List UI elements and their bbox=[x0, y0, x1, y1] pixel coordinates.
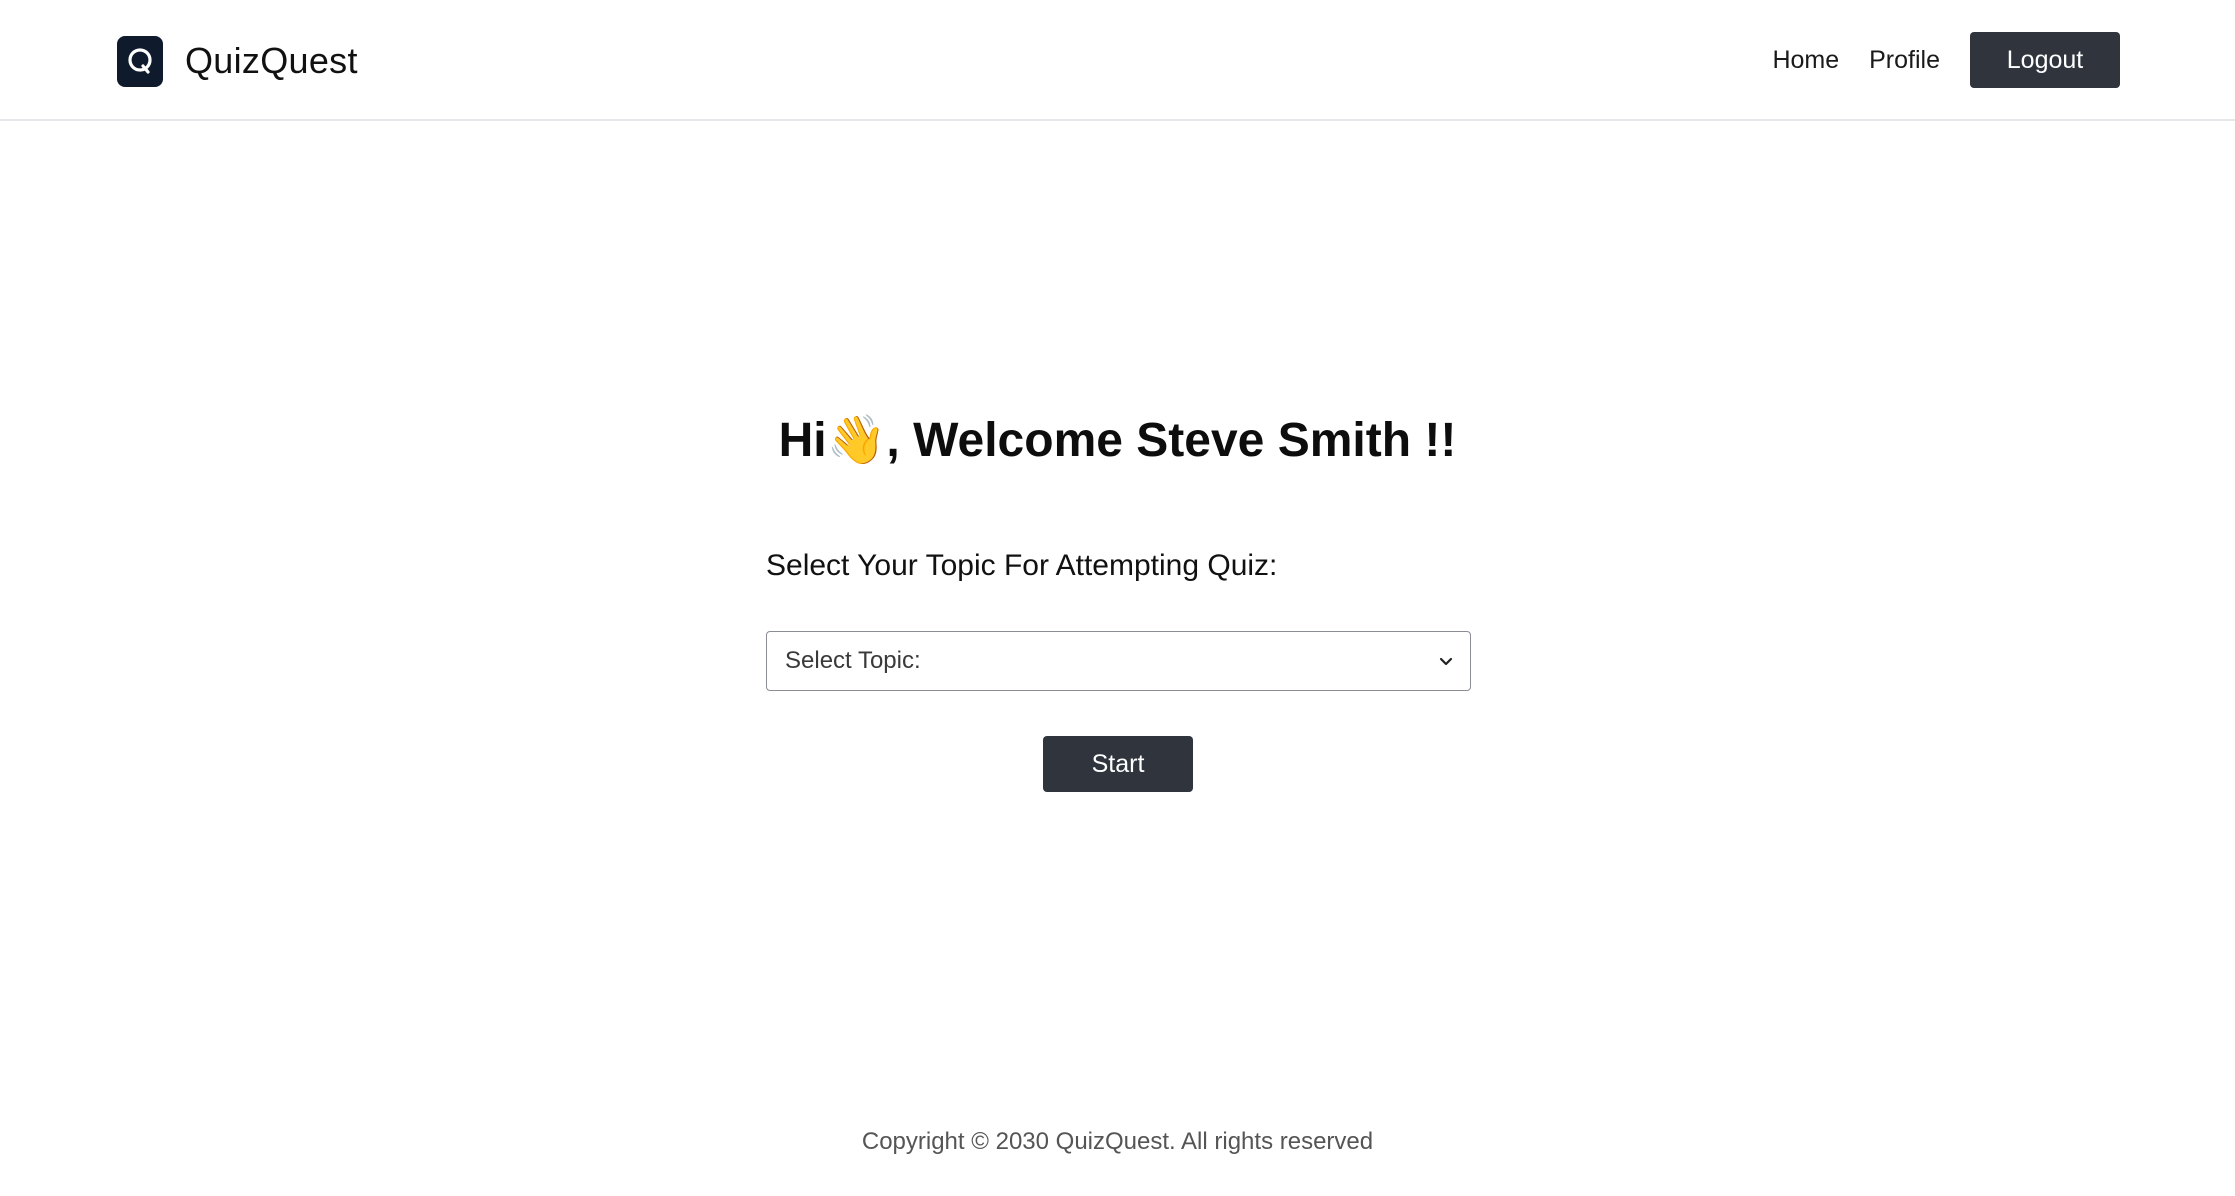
footer-copyright: Copyright © 2030 QuizQuest. All rights r… bbox=[861, 1128, 1374, 1155]
q-logo-glyph-icon bbox=[128, 48, 152, 74]
greeting-prefix: Hi bbox=[778, 414, 827, 467]
topic-select[interactable]: Select Topic: bbox=[766, 631, 1471, 691]
logout-button[interactable]: Logout bbox=[1970, 32, 2120, 88]
nav-profile-link[interactable]: Profile bbox=[1869, 46, 1940, 75]
topic-select-value: Select Topic: bbox=[785, 647, 921, 674]
start-quiz-button[interactable]: Start bbox=[1043, 736, 1193, 792]
nav-home-link[interactable]: Home bbox=[1772, 46, 1839, 75]
quizquest-logo-icon[interactable] bbox=[117, 35, 163, 87]
welcome-heading: Hi👋, Welcome Steve Smith !! bbox=[0, 411, 2235, 468]
brand[interactable]: QuizQuest bbox=[117, 35, 358, 87]
main-content: Hi👋, Welcome Steve Smith !! Select Your … bbox=[0, 121, 2235, 1021]
greeting-suffix: , Welcome Steve Smith !! bbox=[886, 414, 1457, 467]
topic-prompt: Select Your Topic For Attempting Quiz: bbox=[766, 549, 1278, 582]
top-navbar: QuizQuest Home Profile Logout bbox=[0, 0, 2235, 121]
main-nav: Home Profile Logout bbox=[1772, 32, 2120, 88]
waving-hand-icon: 👋 bbox=[826, 414, 887, 467]
chevron-down-icon bbox=[1434, 649, 1458, 673]
brand-name[interactable]: QuizQuest bbox=[185, 40, 358, 82]
